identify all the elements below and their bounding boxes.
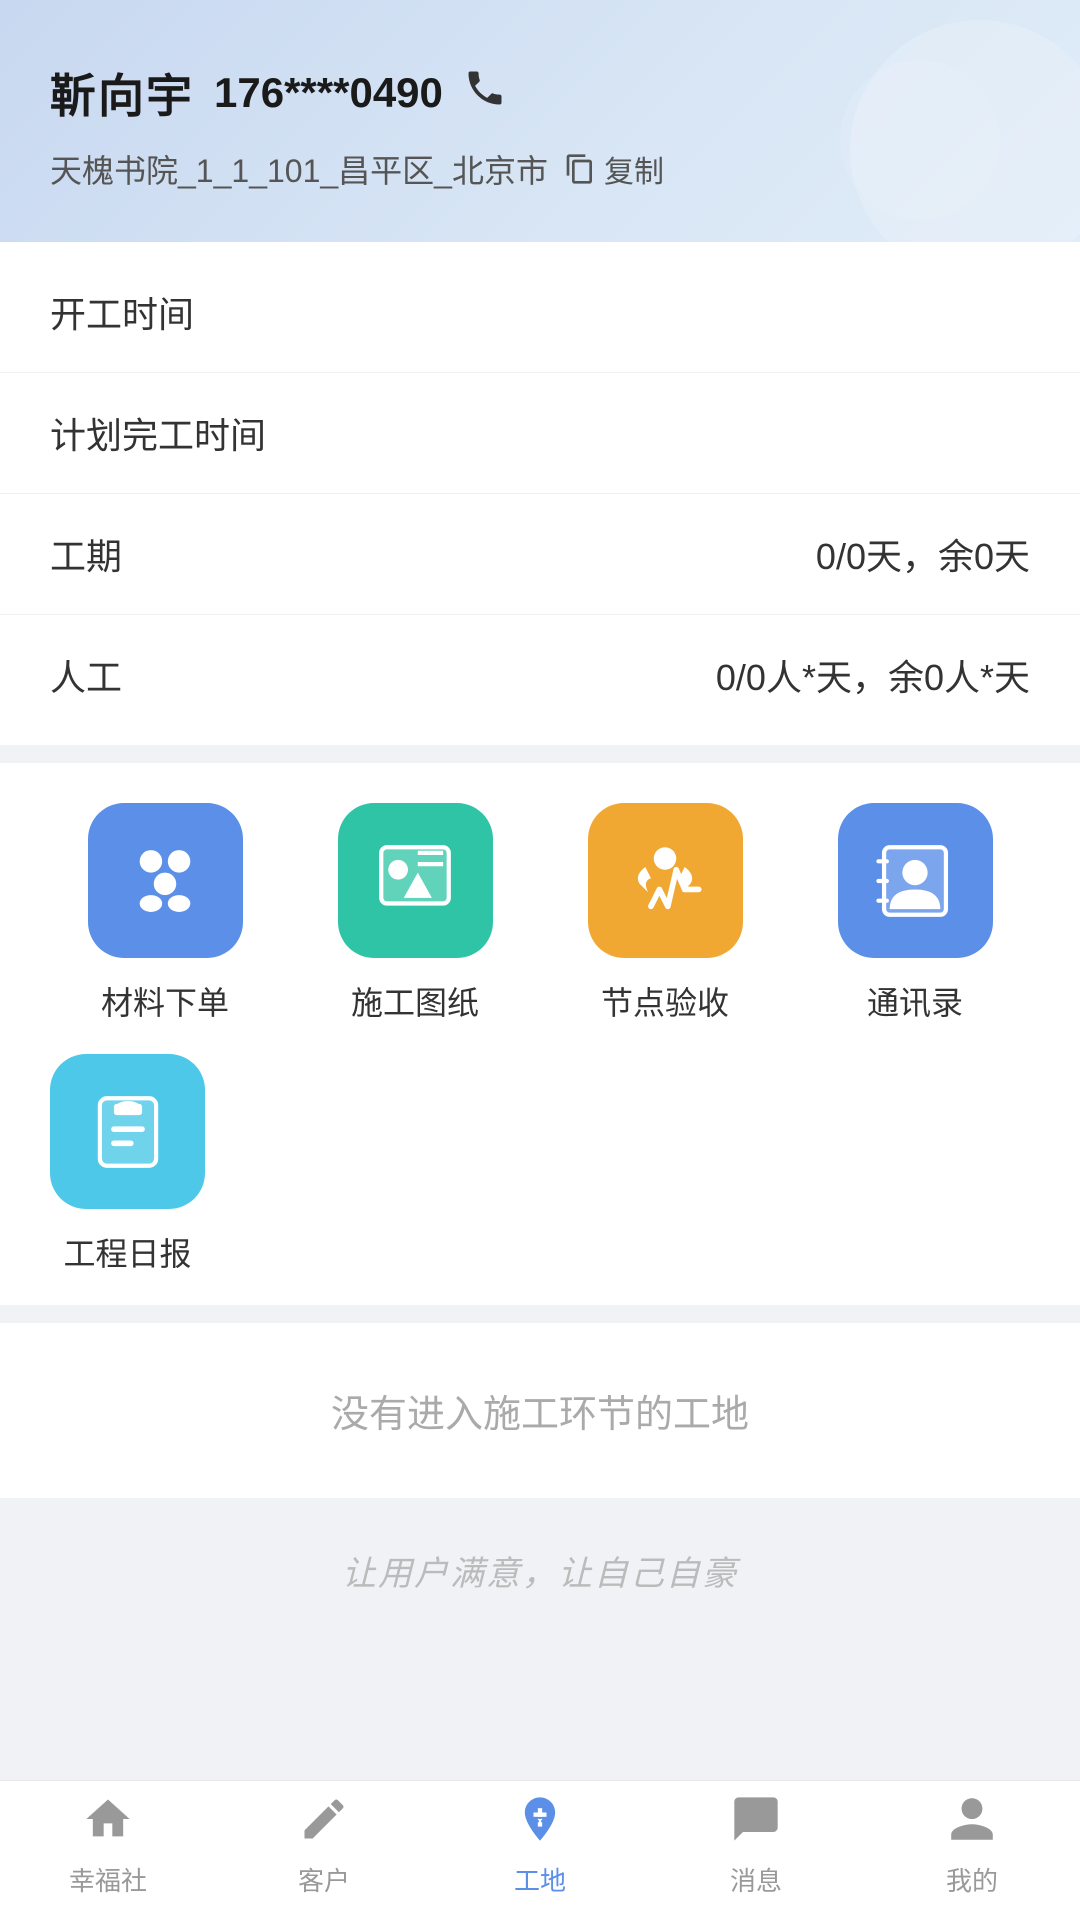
start-time-label: 开工时间 xyxy=(50,286,194,338)
drawing-icon xyxy=(370,836,460,926)
action-material[interactable]: 材料下单 xyxy=(50,803,280,1024)
plan-end-row: 计划完工时间 xyxy=(0,373,1080,494)
duration-row: 工期 0/0天，余0天 xyxy=(0,494,1080,615)
daily-icon-wrapper xyxy=(50,1054,205,1209)
labor-label: 人工 xyxy=(50,649,122,701)
drawing-label: 施工图纸 xyxy=(351,978,479,1024)
user-name-row: 靳向宇 176****0490 xyxy=(50,60,1030,126)
info-card: 开工时间 计划完工时间 工期 0/0天，余0天 人工 0/0人*天，余0人*天 xyxy=(0,242,1080,745)
daily-label: 工程日报 xyxy=(63,1229,191,1275)
actions-row2: 工程日报 xyxy=(50,1054,1030,1275)
address-text: 天槐书院_1_1_101_昌平区_北京市 xyxy=(50,146,548,192)
contacts-icon xyxy=(870,836,960,926)
nav-message-label: 消息 xyxy=(730,1861,782,1898)
contacts-icon-wrapper xyxy=(838,803,993,958)
nav-mine[interactable]: 我的 xyxy=(864,1781,1080,1910)
start-time-row: 开工时间 xyxy=(0,252,1080,373)
mine-icon xyxy=(946,1793,998,1853)
message-icon xyxy=(730,1793,782,1853)
action-inspection[interactable]: 节点验收 xyxy=(550,803,780,1024)
material-icon xyxy=(120,836,210,926)
copy-button[interactable]: 复制 xyxy=(564,147,664,191)
actions-grid: 材料下单 施工图纸 xyxy=(50,803,1030,1024)
labor-row: 人工 0/0人*天，余0人*天 xyxy=(0,615,1080,735)
plan-end-label: 计划完工时间 xyxy=(50,407,266,459)
actions-card: 材料下单 施工图纸 xyxy=(0,763,1080,1305)
inspection-icon-wrapper xyxy=(588,803,743,958)
action-contacts[interactable]: 通讯录 xyxy=(800,803,1030,1024)
empty-text: 没有进入施工环节的工地 xyxy=(331,1394,749,1436)
slogan: 让用户满意，让自己自豪 xyxy=(0,1516,1080,1625)
nav-customer[interactable]: 客户 xyxy=(216,1781,432,1910)
daily-icon xyxy=(83,1087,173,1177)
user-name: 靳向宇 xyxy=(50,60,194,126)
user-phone: 176****0490 xyxy=(214,69,443,117)
nav-customer-label: 客户 xyxy=(298,1861,350,1898)
customer-icon xyxy=(298,1793,350,1853)
action-daily[interactable]: 工程日报 xyxy=(50,1054,205,1275)
labor-value: 0/0人*天，余0人*天 xyxy=(716,649,1030,701)
material-icon-wrapper xyxy=(88,803,243,958)
nav-worksite-label: 工地 xyxy=(514,1861,566,1898)
worksite-icon xyxy=(514,1793,566,1853)
home-icon xyxy=(82,1793,134,1853)
drawing-icon-wrapper xyxy=(338,803,493,958)
nav-home[interactable]: 幸福社 xyxy=(0,1781,216,1910)
copy-label: 复制 xyxy=(604,147,664,191)
inspection-icon xyxy=(620,836,710,926)
bottom-nav: 幸福社 客户 工地 消息 我的 xyxy=(0,1780,1080,1920)
phone-icon[interactable] xyxy=(463,66,507,120)
header-card: 靳向宇 176****0490 天槐书院_1_1_101_昌平区_北京市 复制 xyxy=(0,0,1080,242)
address-row: 天槐书院_1_1_101_昌平区_北京市 复制 xyxy=(50,146,1030,192)
inspection-label: 节点验收 xyxy=(601,978,729,1024)
contacts-label: 通讯录 xyxy=(867,978,963,1024)
duration-label: 工期 xyxy=(50,528,122,580)
nav-mine-label: 我的 xyxy=(946,1861,998,1898)
material-label: 材料下单 xyxy=(101,978,229,1024)
nav-worksite[interactable]: 工地 xyxy=(432,1781,648,1910)
empty-state: 没有进入施工环节的工地 xyxy=(0,1323,1080,1498)
nav-home-label: 幸福社 xyxy=(69,1861,147,1898)
duration-value: 0/0天，余0天 xyxy=(816,528,1030,580)
nav-message[interactable]: 消息 xyxy=(648,1781,864,1910)
action-drawing[interactable]: 施工图纸 xyxy=(300,803,530,1024)
